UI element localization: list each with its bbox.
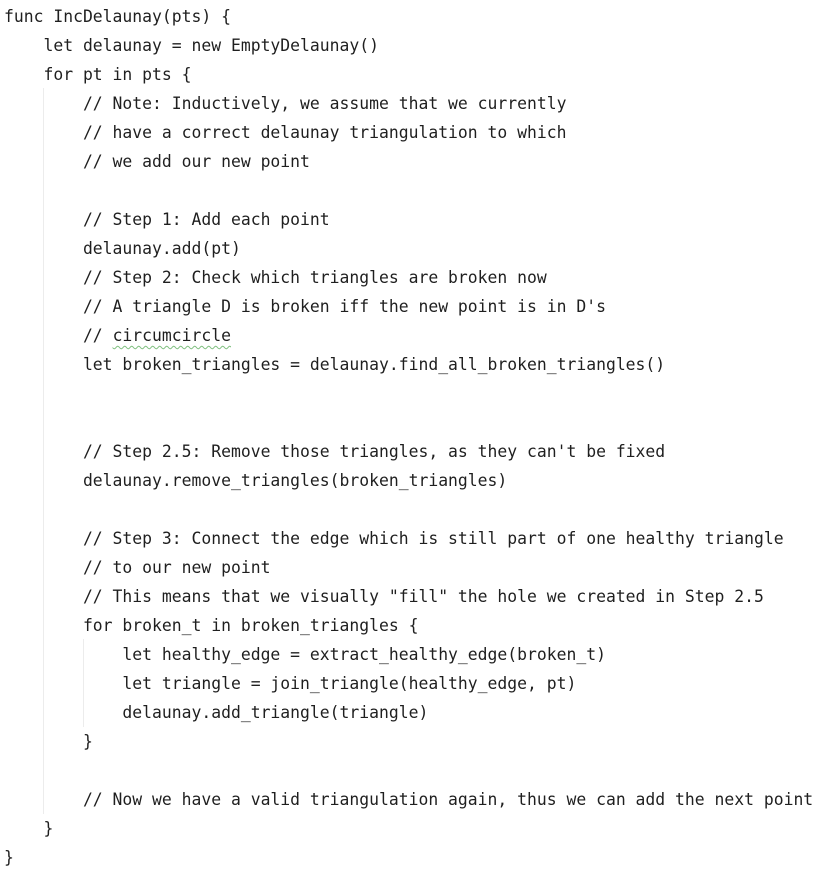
code-line-20: // to our new point [4, 558, 271, 577]
code-line-13: let broken_triangles = delaunay.find_all… [4, 355, 666, 374]
comment-prefix: // [4, 326, 113, 345]
code-line-5: // have a correct delaunay triangulation… [4, 123, 567, 142]
code-line-8: // Step 1: Add each point [4, 210, 330, 229]
code-line-6: // we add our new point [4, 152, 310, 171]
code-line-11: // A triangle D is broken iff the new po… [4, 297, 606, 316]
code-line-21: // This means that we visually "fill" th… [4, 587, 764, 606]
code-line-9: delaunay.add(pt) [4, 239, 241, 258]
code-line-17: delaunay.remove_triangles(broken_triangl… [4, 471, 508, 490]
code-line-1: func IncDelaunay(pts) { [4, 7, 231, 26]
code-line-3: for pt in pts { [4, 65, 192, 84]
code-line-28: // Now we have a valid triangulation aga… [4, 790, 814, 809]
code-editor[interactable]: func IncDelaunay(pts) { let delaunay = n… [0, 0, 837, 869]
code-line-16: // Step 2.5: Remove those triangles, as … [4, 442, 666, 461]
code-line-23: let healthy_edge = extract_healthy_edge(… [4, 645, 606, 664]
spelling-warning-word[interactable]: circumcircle [113, 326, 231, 345]
code-line-25: delaunay.add_triangle(triangle) [4, 703, 429, 722]
code-line-10: // Step 2: Check which triangles are bro… [4, 268, 547, 287]
code-line-22: for broken_t in broken_triangles { [4, 616, 419, 635]
code-line-26: } [4, 732, 93, 751]
code-line-24: let triangle = join_triangle(healthy_edg… [4, 674, 577, 693]
code-line-29: } [4, 819, 54, 838]
code-line-19: // Step 3: Connect the edge which is sti… [4, 529, 784, 548]
code-line-12: // circumcircle [4, 321, 231, 350]
code-line-4: // Note: Inductively, we assume that we … [4, 94, 567, 113]
code-line-2: let delaunay = new EmptyDelaunay() [4, 36, 379, 55]
code-line-30: } [4, 848, 14, 867]
